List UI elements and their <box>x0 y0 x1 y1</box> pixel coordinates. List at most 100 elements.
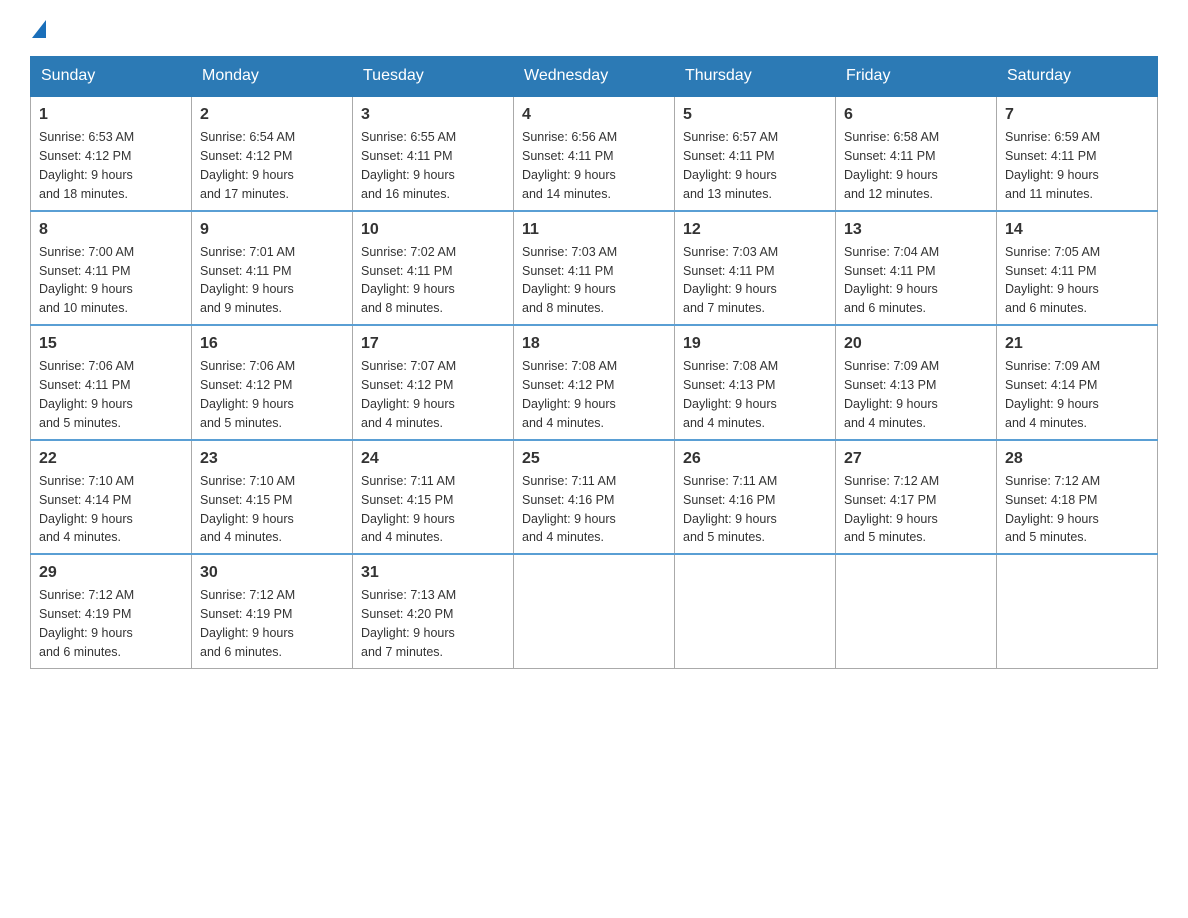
day-info: Sunrise: 7:07 AMSunset: 4:12 PMDaylight:… <box>361 359 456 430</box>
calendar-cell: 13Sunrise: 7:04 AMSunset: 4:11 PMDayligh… <box>836 211 997 326</box>
logo <box>30 20 46 40</box>
day-number: 29 <box>39 561 183 584</box>
day-info: Sunrise: 6:54 AMSunset: 4:12 PMDaylight:… <box>200 130 295 201</box>
calendar-cell: 30 Sunrise: 7:12 AMSunset: 4:19 PMDayligh… <box>192 554 353 668</box>
day-number: 15 <box>39 332 183 355</box>
col-header-sunday: Sunday <box>31 57 192 97</box>
day-number: 11 <box>522 218 666 241</box>
calendar-cell <box>514 554 675 668</box>
calendar-cell: 15 Sunrise: 7:06 AMSunset: 4:11 PMDayligh… <box>31 325 192 440</box>
day-number: 31 <box>361 561 505 584</box>
day-number: 28 <box>1005 447 1149 470</box>
calendar-cell: 17 Sunrise: 7:07 AMSunset: 4:12 PMDayligh… <box>353 325 514 440</box>
day-number: 26 <box>683 447 827 470</box>
calendar-cell: 16 Sunrise: 7:06 AMSunset: 4:12 PMDayligh… <box>192 325 353 440</box>
calendar-cell: 11 Sunrise: 7:03 AMSunset: 4:11 PMDayligh… <box>514 211 675 326</box>
day-info: Sunrise: 7:12 AMSunset: 4:19 PMDaylight:… <box>200 588 295 659</box>
calendar-cell: 7 Sunrise: 6:59 AMSunset: 4:11 PMDaylight… <box>997 96 1158 211</box>
logo-blue-text <box>30 20 46 40</box>
day-info: Sunrise: 7:11 AMSunset: 4:15 PMDaylight:… <box>361 474 455 545</box>
day-number: 14 <box>1005 218 1149 241</box>
calendar-cell: 26 Sunrise: 7:11 AMSunset: 4:16 PMDayligh… <box>675 440 836 555</box>
calendar-cell <box>997 554 1158 668</box>
day-info: Sunrise: 7:06 AMSunset: 4:12 PMDaylight:… <box>200 359 295 430</box>
day-number: 6 <box>844 103 988 126</box>
calendar-week-row: 1Sunrise: 6:53 AMSunset: 4:12 PMDaylight… <box>31 96 1158 211</box>
day-info: Sunrise: 7:08 AMSunset: 4:12 PMDaylight:… <box>522 359 617 430</box>
day-number: 16 <box>200 332 344 355</box>
calendar-cell: 4 Sunrise: 6:56 AMSunset: 4:11 PMDaylight… <box>514 96 675 211</box>
day-info: Sunrise: 7:00 AMSunset: 4:11 PMDaylight:… <box>39 245 134 316</box>
day-info: Sunrise: 7:11 AMSunset: 4:16 PMDaylight:… <box>522 474 616 545</box>
day-number: 24 <box>361 447 505 470</box>
col-header-monday: Monday <box>192 57 353 97</box>
calendar-cell: 10 Sunrise: 7:02 AMSunset: 4:11 PMDayligh… <box>353 211 514 326</box>
calendar-header-row: SundayMondayTuesdayWednesdayThursdayFrid… <box>31 57 1158 97</box>
day-number: 21 <box>1005 332 1149 355</box>
day-info: Sunrise: 7:13 AMSunset: 4:20 PMDaylight:… <box>361 588 456 659</box>
calendar-cell: 20Sunrise: 7:09 AMSunset: 4:13 PMDayligh… <box>836 325 997 440</box>
day-info: Sunrise: 6:59 AMSunset: 4:11 PMDaylight:… <box>1005 130 1100 201</box>
day-info: Sunrise: 7:08 AMSunset: 4:13 PMDaylight:… <box>683 359 778 430</box>
day-info: Sunrise: 7:12 AMSunset: 4:17 PMDaylight:… <box>844 474 939 545</box>
day-info: Sunrise: 7:12 AMSunset: 4:18 PMDaylight:… <box>1005 474 1100 545</box>
calendar-cell: 21 Sunrise: 7:09 AMSunset: 4:14 PMDayligh… <box>997 325 1158 440</box>
day-number: 5 <box>683 103 827 126</box>
day-number: 27 <box>844 447 988 470</box>
day-info: Sunrise: 7:01 AMSunset: 4:11 PMDaylight:… <box>200 245 295 316</box>
day-info: Sunrise: 7:10 AMSunset: 4:14 PMDaylight:… <box>39 474 134 545</box>
day-info: Sunrise: 7:10 AMSunset: 4:15 PMDaylight:… <box>200 474 295 545</box>
calendar-cell: 27 Sunrise: 7:12 AMSunset: 4:17 PMDayligh… <box>836 440 997 555</box>
day-info: Sunrise: 7:09 AMSunset: 4:14 PMDaylight:… <box>1005 359 1100 430</box>
day-info: Sunrise: 7:06 AMSunset: 4:11 PMDaylight:… <box>39 359 134 430</box>
day-info: Sunrise: 7:03 AMSunset: 4:11 PMDaylight:… <box>522 245 617 316</box>
day-number: 18 <box>522 332 666 355</box>
page-header <box>30 20 1158 40</box>
calendar-cell: 22 Sunrise: 7:10 AMSunset: 4:14 PMDayligh… <box>31 440 192 555</box>
day-number: 20 <box>844 332 988 355</box>
day-info: Sunrise: 7:03 AMSunset: 4:11 PMDaylight:… <box>683 245 778 316</box>
calendar-cell: 3 Sunrise: 6:55 AMSunset: 4:11 PMDaylight… <box>353 96 514 211</box>
day-info: Sunrise: 7:02 AMSunset: 4:11 PMDaylight:… <box>361 245 456 316</box>
calendar-cell <box>836 554 997 668</box>
calendar-cell: 23 Sunrise: 7:10 AMSunset: 4:15 PMDayligh… <box>192 440 353 555</box>
calendar-week-row: 15 Sunrise: 7:06 AMSunset: 4:11 PMDayligh… <box>31 325 1158 440</box>
calendar-cell: 2 Sunrise: 6:54 AMSunset: 4:12 PMDaylight… <box>192 96 353 211</box>
calendar-cell: 24 Sunrise: 7:11 AMSunset: 4:15 PMDayligh… <box>353 440 514 555</box>
calendar-cell: 31 Sunrise: 7:13 AMSunset: 4:20 PMDayligh… <box>353 554 514 668</box>
day-info: Sunrise: 6:56 AMSunset: 4:11 PMDaylight:… <box>522 130 617 201</box>
col-header-thursday: Thursday <box>675 57 836 97</box>
day-info: Sunrise: 7:11 AMSunset: 4:16 PMDaylight:… <box>683 474 777 545</box>
day-number: 7 <box>1005 103 1149 126</box>
day-number: 10 <box>361 218 505 241</box>
day-number: 19 <box>683 332 827 355</box>
calendar-cell: 14 Sunrise: 7:05 AMSunset: 4:11 PMDayligh… <box>997 211 1158 326</box>
col-header-friday: Friday <box>836 57 997 97</box>
day-number: 4 <box>522 103 666 126</box>
day-number: 2 <box>200 103 344 126</box>
logo-triangle-icon <box>32 20 46 38</box>
day-number: 25 <box>522 447 666 470</box>
calendar-cell: 28 Sunrise: 7:12 AMSunset: 4:18 PMDayligh… <box>997 440 1158 555</box>
calendar-cell <box>675 554 836 668</box>
day-number: 13 <box>844 218 988 241</box>
day-number: 1 <box>39 103 183 126</box>
day-number: 3 <box>361 103 505 126</box>
calendar-cell: 18 Sunrise: 7:08 AMSunset: 4:12 PMDayligh… <box>514 325 675 440</box>
calendar-table: SundayMondayTuesdayWednesdayThursdayFrid… <box>30 56 1158 669</box>
calendar-cell: 6 Sunrise: 6:58 AMSunset: 4:11 PMDaylight… <box>836 96 997 211</box>
day-info: Sunrise: 6:58 AMSunset: 4:11 PMDaylight:… <box>844 130 939 201</box>
col-header-tuesday: Tuesday <box>353 57 514 97</box>
calendar-cell: 1Sunrise: 6:53 AMSunset: 4:12 PMDaylight… <box>31 96 192 211</box>
day-number: 22 <box>39 447 183 470</box>
calendar-week-row: 22 Sunrise: 7:10 AMSunset: 4:14 PMDayligh… <box>31 440 1158 555</box>
day-info: Sunrise: 7:05 AMSunset: 4:11 PMDaylight:… <box>1005 245 1100 316</box>
calendar-week-row: 29 Sunrise: 7:12 AMSunset: 4:19 PMDayligh… <box>31 554 1158 668</box>
day-number: 30 <box>200 561 344 584</box>
calendar-cell: 19 Sunrise: 7:08 AMSunset: 4:13 PMDayligh… <box>675 325 836 440</box>
day-info: Sunrise: 6:55 AMSunset: 4:11 PMDaylight:… <box>361 130 456 201</box>
calendar-cell: 8Sunrise: 7:00 AMSunset: 4:11 PMDaylight… <box>31 211 192 326</box>
calendar-cell: 29Sunrise: 7:12 AMSunset: 4:19 PMDayligh… <box>31 554 192 668</box>
day-number: 17 <box>361 332 505 355</box>
day-number: 23 <box>200 447 344 470</box>
